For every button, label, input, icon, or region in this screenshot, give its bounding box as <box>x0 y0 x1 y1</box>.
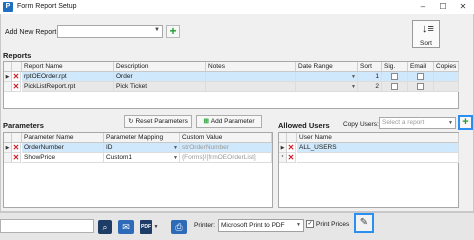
minimize-icon[interactable]: – <box>414 0 432 14</box>
new-row-icon: * <box>279 153 287 163</box>
sig-checkbox[interactable] <box>391 73 398 80</box>
chevron-down-icon: ▼ <box>351 74 356 80</box>
report-copies-cell[interactable] <box>434 82 459 92</box>
add-parameter-icon: ⊞ <box>203 118 211 125</box>
delete-report-icon[interactable]: ✕ <box>12 72 21 82</box>
chevron-down-icon: ▼ <box>173 155 178 161</box>
user-name-cell[interactable]: ALL_USERS <box>297 143 459 153</box>
row-indicator-icon: ▶ <box>4 72 12 82</box>
col-parameter-name[interactable]: Parameter Name <box>22 133 104 143</box>
delete-user-icon[interactable]: ✕ <box>287 153 296 163</box>
report-date-range-cell[interactable]: ▼ <box>296 72 358 82</box>
report-notes-cell[interactable] <box>206 72 296 82</box>
col-copies[interactable]: Copies <box>434 62 459 72</box>
plus-icon: + <box>462 116 469 128</box>
sig-checkbox[interactable] <box>391 83 398 90</box>
plus-icon: + <box>169 24 177 38</box>
sort-button[interactable]: ↓≡ Sort <box>412 20 440 48</box>
printer-label: Printer: <box>194 222 215 229</box>
sort-label: Sort <box>420 40 432 47</box>
parameter-name-cell[interactable]: ShowPrice <box>22 153 104 163</box>
copy-users-label: Copy Users: <box>343 121 379 128</box>
copy-users-select[interactable]: Select a report ▼ <box>379 117 456 129</box>
pdf-icon[interactable]: PDF <box>140 220 152 234</box>
delete-parameter-icon[interactable]: ✕ <box>12 143 21 153</box>
report-name-cell[interactable]: rptOEOrder.rpt <box>22 72 114 82</box>
col-description[interactable]: Description <box>114 62 206 72</box>
parameter-mapping-cell[interactable]: ID ▼ <box>104 143 180 153</box>
maximize-icon[interactable]: ☐ <box>434 0 452 14</box>
print-prices-label: Print Prices <box>316 221 350 228</box>
chevron-down-icon: ▼ <box>448 120 453 126</box>
parameter-mapping-value: Custom1 <box>106 154 133 161</box>
reports-grid: Report Name Description Notes Date Range… <box>3 61 459 109</box>
col-notes[interactable]: Notes <box>206 62 296 72</box>
reset-parameters-label: Reset Parameters <box>135 118 188 125</box>
report-notes-cell[interactable] <box>206 82 296 92</box>
col-user-name[interactable]: User Name <box>297 133 459 143</box>
col-email[interactable]: Email <box>408 62 434 72</box>
window-title: Form Report Setup <box>17 3 77 10</box>
title-bar: P Form Report Setup – ☐ ✕ <box>0 0 474 14</box>
parameters-grid: Parameter Name Parameter Mapping Custom … <box>3 132 273 208</box>
col-date-range[interactable]: Date Range <box>296 62 358 72</box>
chevron-down-icon: ▼ <box>296 222 301 228</box>
chevron-down-icon: ▼ <box>154 27 160 33</box>
print-prices-checkbox[interactable]: ✓ <box>306 220 314 228</box>
parameters-section-title: Parameters <box>3 121 44 130</box>
sort-icon: ↓≡ <box>422 23 434 35</box>
report-date-range-cell[interactable]: ▼ <box>296 82 358 92</box>
delete-parameter-icon[interactable]: ✕ <box>12 153 21 163</box>
col-sig[interactable]: Sig. <box>382 62 408 72</box>
add-report-button[interactable]: + <box>166 25 180 38</box>
custom-value-cell[interactable]: {Forms}![frmOEOrderList] <box>180 153 272 163</box>
report-sort-cell[interactable]: 2 <box>358 82 382 92</box>
search-doc-icon[interactable]: ⌕ <box>98 220 112 234</box>
add-parameter-label: Add Parameter <box>210 118 255 125</box>
parameter-mapping-cell[interactable]: Custom1 ▼ <box>104 153 180 163</box>
parameter-name-cell[interactable]: OrderNumber <box>22 143 104 153</box>
app-icon: P <box>3 2 13 12</box>
copy-users-placeholder: Select a report <box>382 119 425 126</box>
allowed-users-section-title: Allowed Users <box>278 121 330 130</box>
printer-select[interactable]: Microsoft Print to PDF ▼ <box>218 219 304 232</box>
edit-button[interactable]: ✎ <box>354 213 374 233</box>
report-sort-cell[interactable]: 1 <box>358 72 382 82</box>
email-icon[interactable]: ✉ <box>118 220 134 234</box>
delete-user-icon[interactable]: ✕ <box>287 143 296 153</box>
printer-icon[interactable]: ⎙ <box>171 220 187 234</box>
row-indicator-icon: ▶ <box>279 143 287 153</box>
report-copies-cell[interactable] <box>434 72 459 82</box>
custom-value-cell[interactable]: strOrderNumber <box>180 143 272 153</box>
close-icon[interactable]: ✕ <box>454 0 472 14</box>
col-custom-value[interactable]: Custom Value <box>180 133 272 143</box>
delete-report-icon[interactable]: ✕ <box>12 82 21 92</box>
email-checkbox[interactable] <box>417 73 424 80</box>
row-indicator-icon: ▶ <box>4 143 12 153</box>
copy-users-button[interactable]: + <box>458 115 473 130</box>
chevron-down-icon: ▼ <box>173 145 178 151</box>
edit-icon: ✎ <box>359 217 369 228</box>
parameter-mapping-value: ID <box>106 144 113 151</box>
reports-section-title: Reports <box>3 51 32 60</box>
add-new-report-label: Add New Report: <box>5 29 59 36</box>
allowed-users-grid: User Name ▶ ✕ ALL_USERS * ✕ <box>278 132 459 208</box>
report-description-cell[interactable]: Pick Ticket <box>114 82 206 92</box>
col-report-name[interactable]: Report Name <box>22 62 114 72</box>
printer-value: Microsoft Print to PDF <box>221 222 285 229</box>
chevron-down-icon: ▼ <box>351 84 356 90</box>
report-name-cell[interactable]: PickListReport.rpt <box>22 82 114 92</box>
report-selector-dropdown[interactable] <box>0 219 94 233</box>
email-checkbox[interactable] <box>417 83 424 90</box>
reset-parameters-button[interactable]: ↻ Reset Parameters <box>124 115 192 128</box>
report-description-cell[interactable]: Order <box>114 72 206 82</box>
chevron-down-icon[interactable]: ▼ <box>153 220 159 234</box>
add-new-report-select[interactable]: ▼ <box>57 25 163 38</box>
col-sort[interactable]: Sort <box>358 62 382 72</box>
col-parameter-mapping[interactable]: Parameter Mapping <box>104 133 180 143</box>
add-parameter-button[interactable]: ⊞ Add Parameter <box>196 115 262 128</box>
checkmark-icon: ✓ <box>307 221 313 227</box>
user-name-cell[interactable] <box>297 153 459 163</box>
